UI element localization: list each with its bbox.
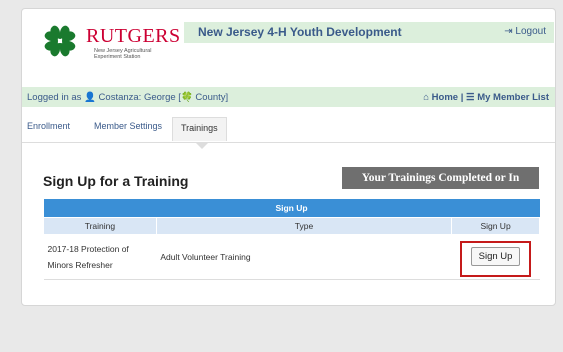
user-icon: 👤 — [84, 92, 96, 103]
table-caption: Sign Up — [43, 199, 540, 217]
col-training: Training — [43, 216, 157, 235]
header: H RUTGERS New Jersey Agricultural Experi… — [22, 9, 555, 79]
tab-trainings[interactable]: Trainings — [172, 117, 227, 141]
col-type: Type — [155, 216, 453, 235]
logo[interactable]: H RUTGERS New Jersey Agricultural Experi… — [38, 19, 181, 71]
home-link[interactable]: ⌂ Home — [423, 92, 460, 103]
user-name: Costanza: George — [98, 92, 176, 103]
main-panel: H RUTGERS New Jersey Agricultural Experi… — [21, 8, 556, 306]
logged-in-info: Logged in as 👤 Costanza: George [🍀 Count… — [27, 92, 228, 103]
logged-in-label: Logged in as — [27, 92, 82, 103]
training-type: Adult Volunteer Training — [156, 234, 452, 280]
tab-member-settings[interactable]: Member Settings — [94, 121, 162, 131]
tab-caret — [196, 143, 208, 149]
tab-enrollment[interactable]: Enrollment — [27, 121, 70, 131]
list-icon: ☰ — [466, 92, 475, 103]
session-links: ⌂ Home | ☰ My Member List — [423, 92, 549, 103]
brand-subtitle: New Jersey Agricultural Experiment Stati… — [94, 48, 152, 60]
training-name: 2017-18 Protection of Minors Refresher — [43, 234, 157, 280]
home-label: Home — [431, 92, 459, 103]
member-list-label: My Member List — [477, 92, 549, 103]
app-title: New Jersey 4-H Youth Development — [198, 25, 402, 39]
logout-icon: ⇥ — [504, 26, 513, 37]
session-bar: Logged in as 👤 Costanza: George [🍀 Count… — [22, 87, 555, 107]
completed-trainings-button[interactable]: Your Trainings Completed or In Progress — [342, 167, 539, 206]
highlight-box — [460, 241, 531, 277]
page-title: Sign Up for a Training — [43, 173, 189, 189]
app-title-bar: New Jersey 4-H Youth Development ⇥ Logou… — [184, 22, 554, 43]
svg-text:H: H — [58, 39, 62, 45]
logout-label: Logout — [515, 26, 546, 37]
home-icon: ⌂ — [423, 92, 430, 103]
tab-bar: Enrollment Member Settings Trainings — [22, 117, 555, 143]
county-icon: 🍀 — [180, 92, 193, 103]
col-signup: Sign Up — [451, 216, 540, 235]
logout-link[interactable]: ⇥ Logout — [504, 26, 546, 37]
member-list-link[interactable]: ☰ My Member List — [466, 92, 549, 103]
brand-name: RUTGERS — [86, 25, 181, 47]
4h-clover-icon: H — [39, 20, 81, 62]
county-label: County] — [195, 92, 229, 103]
